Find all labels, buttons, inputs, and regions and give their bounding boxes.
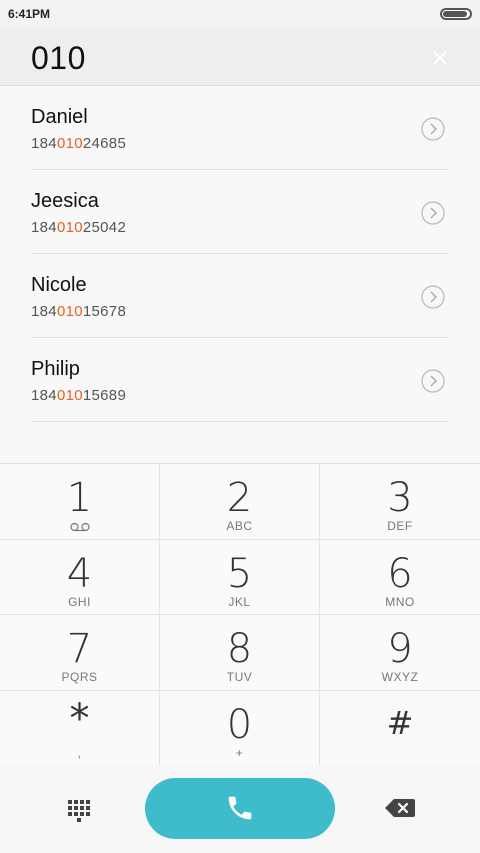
key-digit: 8	[226, 626, 253, 672]
key-8[interactable]: 8 TUV	[160, 615, 320, 691]
contact-row[interactable]: Daniel 18401024685	[31, 86, 448, 170]
voicemail-icon	[70, 522, 90, 532]
key-1[interactable]: 1	[0, 464, 160, 540]
status-bar: 6:41PM	[0, 0, 480, 28]
key-letters: WXYZ	[381, 670, 419, 684]
key-hash[interactable]: #	[320, 691, 480, 767]
status-time: 6:41PM	[8, 7, 51, 21]
contact-row[interactable]: Nicole 18401015678	[31, 254, 448, 338]
dial-number-field[interactable]: 010	[31, 40, 86, 77]
key-2[interactable]: 2 ABC	[160, 464, 320, 540]
key-digit: 0	[226, 701, 253, 748]
number-suffix: 25042	[82, 219, 127, 236]
contact-name: Daniel	[31, 106, 88, 128]
close-icon[interactable]	[430, 48, 450, 68]
battery-icon	[440, 8, 472, 20]
chevron-right-circle-icon[interactable]	[421, 201, 445, 225]
contact-number: 18401025042	[31, 219, 126, 236]
key-star[interactable]: * ,	[0, 690, 160, 766]
key-letters: +	[235, 745, 244, 760]
key-digit: #	[386, 703, 414, 742]
key-digit: 3	[387, 475, 413, 521]
key-letters: TUV	[226, 670, 253, 684]
number-match: 010	[56, 219, 83, 236]
key-9[interactable]: 9 WXYZ	[320, 615, 480, 691]
number-prefix: 184	[31, 387, 57, 404]
key-letters: JKL	[228, 594, 251, 609]
key-digit: 6	[387, 550, 413, 597]
key-digit: 9	[387, 626, 413, 672]
contact-number: 18401024685	[31, 135, 126, 152]
key-digit: 2	[226, 475, 253, 521]
chevron-right-circle-icon[interactable]	[421, 369, 445, 393]
dial-input-bar: 010	[0, 28, 480, 86]
key-digit: 5	[226, 550, 253, 597]
number-match: 010	[56, 135, 83, 152]
action-bar	[0, 765, 480, 853]
key-letters: GHI	[68, 594, 91, 609]
phone-icon	[228, 796, 252, 820]
key-6[interactable]: 6 MNO	[320, 540, 480, 615]
number-match: 010	[56, 387, 83, 404]
key-digit: 7	[66, 626, 93, 672]
key-5[interactable]: 5 JKL	[160, 539, 320, 615]
number-prefix: 184	[31, 303, 57, 320]
chevron-right-circle-icon[interactable]	[421, 285, 445, 309]
key-0[interactable]: 0 +	[160, 690, 320, 766]
backspace-icon[interactable]	[384, 797, 416, 819]
number-suffix: 15678	[82, 303, 127, 320]
number-match: 010	[56, 303, 83, 320]
key-letters: DEF	[387, 519, 413, 533]
dialpad-grid-icon[interactable]	[66, 798, 92, 824]
key-4[interactable]: 4 GHI	[0, 539, 160, 615]
key-7[interactable]: 7 PQRS	[0, 615, 160, 691]
battery-fill	[443, 11, 467, 17]
contact-row[interactable]: Philip 18401015689	[31, 338, 448, 422]
number-prefix: 184	[31, 219, 57, 236]
contact-name: Nicole	[31, 274, 87, 296]
key-digit: 4	[66, 550, 93, 597]
contact-name: Philip	[31, 358, 80, 380]
call-button[interactable]	[145, 778, 335, 839]
key-letters: ,	[77, 745, 82, 760]
number-prefix: 184	[31, 135, 57, 152]
contact-row[interactable]: Jeesica 18401025042	[31, 170, 448, 254]
key-letters: PQRS	[61, 670, 98, 684]
contact-number: 18401015678	[31, 303, 126, 320]
key-letters: ABC	[226, 519, 253, 533]
key-digit: 1	[66, 475, 93, 521]
number-suffix: 15689	[82, 387, 127, 404]
contact-number: 18401015689	[31, 387, 126, 404]
key-3[interactable]: 3 DEF	[320, 464, 480, 540]
dial-keypad: 1 2 ABC 3 DEF 4 GHI 5 JKL 6 MNO 7 PQRS 8…	[0, 463, 480, 767]
key-digit: *	[69, 695, 90, 742]
number-suffix: 24685	[82, 135, 127, 152]
chevron-right-circle-icon[interactable]	[421, 117, 445, 141]
contact-name: Jeesica	[31, 190, 99, 212]
key-letters: MNO	[385, 594, 415, 609]
contact-results-list: Daniel 18401024685 Jeesica 18401025042 N…	[0, 86, 480, 463]
